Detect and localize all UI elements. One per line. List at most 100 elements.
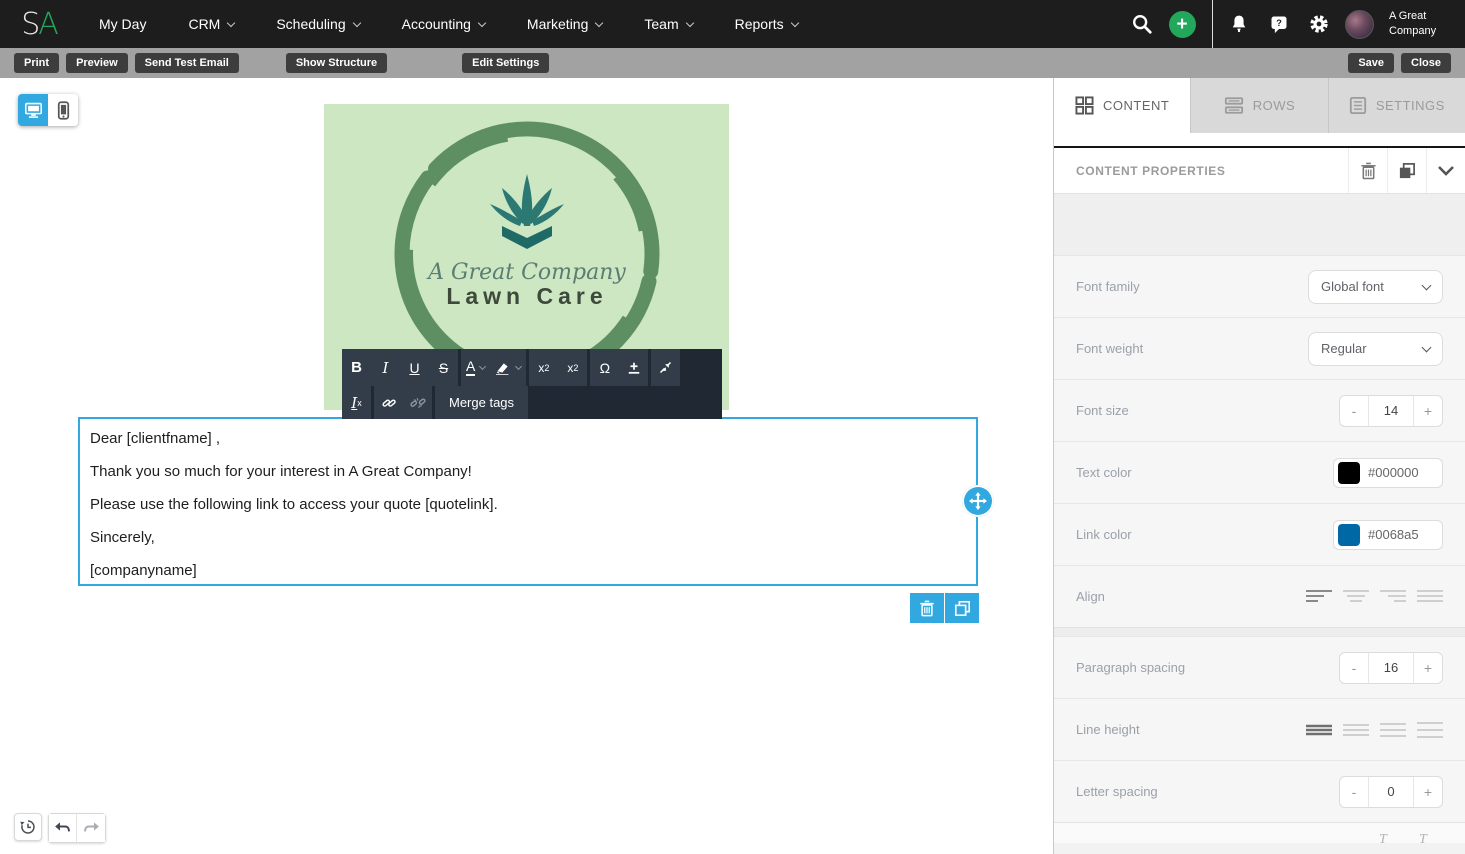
gear-icon[interactable]: [1299, 0, 1339, 48]
highlighter-icon: [496, 362, 509, 375]
print-button[interactable]: Print: [14, 53, 60, 73]
text-transform-icon[interactable]: T: [1415, 829, 1437, 843]
bold-button[interactable]: B: [342, 349, 371, 386]
increase-button[interactable]: +: [1414, 396, 1442, 426]
insert-link-button[interactable]: [374, 386, 403, 419]
collapse-toolbar-button[interactable]: [651, 349, 680, 386]
move-icon: [969, 492, 987, 510]
chevron-down-icon: [479, 362, 487, 371]
line-height-4-button[interactable]: [1417, 721, 1443, 739]
help-icon[interactable]: ?: [1259, 0, 1299, 48]
tab-rows[interactable]: ROWS: [1190, 78, 1328, 133]
avatar[interactable]: [1339, 0, 1379, 48]
search-icon[interactable]: [1122, 0, 1162, 48]
text-color-field[interactable]: #000000: [1333, 457, 1443, 488]
delete-block-button[interactable]: [910, 593, 944, 623]
nav-item-reports[interactable]: Reports: [714, 16, 819, 32]
align-options: [1306, 588, 1443, 606]
font-weight-select[interactable]: Regular: [1308, 331, 1443, 366]
desktop-view-button[interactable]: [18, 94, 48, 126]
chevron-down-icon: [352, 18, 361, 27]
nav-item-my-day[interactable]: My Day: [78, 16, 167, 32]
clipped-next-row: T T: [1054, 822, 1465, 843]
strikethrough-button[interactable]: S: [429, 349, 458, 386]
clear-formatting-button[interactable]: Ix: [342, 386, 371, 419]
duplicate-content-button[interactable]: [1387, 148, 1426, 193]
nav-item-accounting[interactable]: Accounting: [381, 16, 506, 32]
insert-placeholder-button[interactable]: [619, 349, 648, 386]
link-color-swatch: [1338, 523, 1360, 546]
notifications-bell-icon[interactable]: [1219, 0, 1259, 48]
chevron-down-icon: [1438, 165, 1454, 176]
line-height-1-button[interactable]: [1306, 721, 1332, 739]
merge-tags-button[interactable]: Merge tags: [435, 386, 529, 419]
email-text-block[interactable]: Dear [clientfname] , Thank you so much f…: [78, 417, 978, 586]
superscript-button[interactable]: x2: [529, 349, 558, 386]
align-right-button[interactable]: [1380, 588, 1406, 606]
nav-item-team[interactable]: Team: [623, 16, 713, 32]
svg-text:T: T: [1419, 832, 1428, 843]
nav-item-crm[interactable]: CRM: [167, 16, 255, 32]
collapse-properties-button[interactable]: [1426, 148, 1465, 193]
show-structure-button[interactable]: Show Structure: [285, 53, 388, 73]
line-height-3-button[interactable]: [1380, 721, 1406, 739]
close-button[interactable]: Close: [1401, 53, 1451, 73]
decrease-button[interactable]: -: [1340, 396, 1368, 426]
svg-text:T: T: [1379, 832, 1388, 843]
font-color-button[interactable]: A: [461, 349, 490, 386]
align-center-button[interactable]: [1343, 588, 1369, 606]
send-test-email-button[interactable]: Send Test Email: [134, 53, 239, 73]
underline-button[interactable]: U: [400, 349, 429, 386]
subscript-button[interactable]: x2: [558, 349, 587, 386]
tab-settings[interactable]: SETTINGS: [1327, 78, 1465, 133]
increase-button[interactable]: +: [1414, 777, 1442, 807]
font-size-value[interactable]: 14: [1368, 395, 1414, 426]
remove-link-button[interactable]: [403, 386, 432, 419]
nav-item-scheduling[interactable]: Scheduling: [255, 16, 380, 32]
chevron-down-icon: [1421, 342, 1432, 352]
history-button[interactable]: [14, 813, 42, 841]
letter-spacing-value[interactable]: 0: [1368, 776, 1414, 807]
chevron-down-icon: [477, 18, 487, 27]
app-logo[interactable]: SA: [0, 7, 78, 42]
delete-content-button[interactable]: [1348, 148, 1387, 193]
decrease-button[interactable]: -: [1340, 777, 1368, 807]
add-button[interactable]: +: [1162, 0, 1202, 48]
align-left-button[interactable]: [1306, 588, 1332, 606]
email-paragraph: Please use the following link to access …: [90, 496, 498, 513]
text-color-row: Text color #000000: [1054, 441, 1465, 503]
panel-tabs: CONTENT ROWS SETTINGS: [1054, 78, 1465, 133]
redo-button[interactable]: [77, 814, 105, 842]
email-canvas: A Great Company Lawn Care B I U S A x 2 …: [0, 78, 1053, 854]
link-color-field[interactable]: #0068a5: [1333, 519, 1443, 550]
text-transform-icon[interactable]: T: [1375, 829, 1397, 843]
chevron-down-icon: [515, 362, 523, 371]
settings-doc-icon: [1349, 96, 1366, 115]
preview-button[interactable]: Preview: [66, 53, 128, 73]
rows-icon: [1224, 97, 1243, 114]
insert-icon: [628, 362, 640, 374]
email-paragraph: [companyname]: [90, 562, 197, 579]
align-justify-button[interactable]: [1417, 588, 1443, 606]
mobile-view-button[interactable]: [48, 94, 78, 126]
edit-settings-button[interactable]: Edit Settings: [462, 53, 550, 73]
undo-button[interactable]: [49, 814, 77, 842]
italic-button[interactable]: I: [371, 349, 400, 386]
content-grid-icon: [1075, 96, 1094, 115]
line-height-2-button[interactable]: [1343, 721, 1369, 739]
paragraph-spacing-value[interactable]: 16: [1368, 652, 1414, 683]
move-block-handle[interactable]: [962, 485, 994, 517]
font-family-select[interactable]: Global font: [1308, 269, 1443, 304]
logo-script-text: A Great Company: [426, 260, 626, 285]
highlight-color-button[interactable]: [490, 349, 526, 386]
grass-icon: [490, 174, 564, 249]
tab-content[interactable]: CONTENT: [1054, 78, 1191, 133]
increase-button[interactable]: +: [1414, 653, 1442, 683]
decrease-button[interactable]: -: [1340, 653, 1368, 683]
duplicate-block-button[interactable]: [945, 593, 979, 623]
trash-icon: [920, 600, 934, 616]
nav-item-marketing[interactable]: Marketing: [506, 16, 623, 32]
save-button[interactable]: Save: [1348, 53, 1395, 73]
special-character-button[interactable]: Ω: [590, 349, 619, 386]
paragraph-spacing-row: Paragraph spacing - 16 +: [1054, 636, 1465, 698]
